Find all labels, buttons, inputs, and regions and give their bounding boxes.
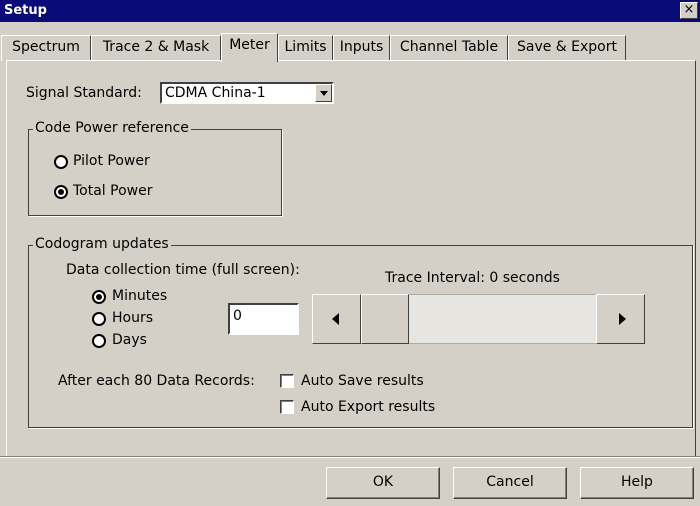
pilot-power-label: Pilot Power [73, 153, 150, 169]
auto-save-checkbox[interactable] [280, 374, 294, 388]
ok-button[interactable]: OK [326, 467, 440, 499]
days-label: Days [112, 332, 147, 348]
separator [0, 456, 700, 458]
pilot-power-radio[interactable] [54, 155, 68, 169]
arrow-left-icon [332, 313, 339, 325]
tab-save-export[interactable]: Save & Export [508, 35, 626, 61]
hours-radio[interactable] [92, 312, 106, 326]
scroll-right-button[interactable] [596, 294, 645, 344]
code-power-legend: Code Power reference [33, 120, 191, 136]
close-button[interactable]: × [680, 2, 698, 19]
window-title: Setup [4, 3, 47, 18]
scroll-thumb[interactable] [361, 294, 409, 344]
tab-inputs[interactable]: Inputs [333, 35, 390, 61]
help-button[interactable]: Help [580, 467, 694, 499]
signal-standard-label: Signal Standard: [26, 85, 142, 101]
tab-trace-2-mask[interactable]: Trace 2 & Mask [91, 35, 221, 61]
tab-meter[interactable]: Meter [221, 33, 278, 62]
tab-limits[interactable]: Limits [278, 35, 333, 61]
code-power-group: Code Power reference [28, 120, 282, 216]
signal-standard-value: CDMA China-1 [165, 85, 266, 101]
chevron-down-icon[interactable] [315, 84, 332, 102]
auto-export-checkbox[interactable] [280, 400, 294, 414]
minutes-radio[interactable] [92, 290, 106, 304]
total-power-label: Total Power [73, 183, 153, 199]
scroll-left-button[interactable] [312, 294, 361, 344]
trace-interval-label: Trace Interval: 0 seconds [385, 270, 560, 286]
auto-export-label: Auto Export results [301, 399, 436, 415]
trace-interval-scrollbar[interactable] [312, 294, 645, 344]
hours-label: Hours [112, 310, 154, 326]
codogram-legend: Codogram updates [33, 236, 171, 252]
title-bar: Setup × [0, 0, 700, 22]
total-power-radio[interactable] [54, 185, 68, 199]
minutes-label: Minutes [112, 288, 168, 304]
auto-save-label: Auto Save results [301, 373, 424, 389]
cancel-button[interactable]: Cancel [453, 467, 567, 499]
collection-time-label: Data collection time (full screen): [66, 262, 300, 278]
arrow-right-icon [619, 313, 626, 325]
collection-time-input[interactable]: 0 [228, 303, 299, 335]
days-radio[interactable] [92, 334, 106, 348]
tab-channel-table[interactable]: Channel Table [390, 35, 508, 61]
tab-spectrum[interactable]: Spectrum [1, 35, 91, 61]
signal-standard-dropdown[interactable]: CDMA China-1 [160, 82, 334, 104]
after-records-label: After each 80 Data Records: [58, 373, 255, 389]
